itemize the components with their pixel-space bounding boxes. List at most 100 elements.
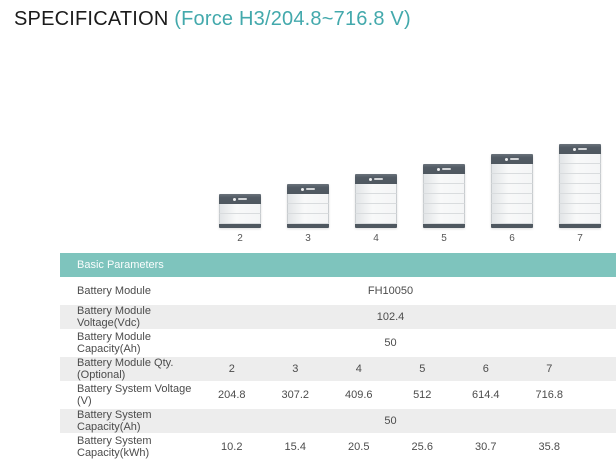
- brand-logo-icon: [301, 187, 304, 191]
- battery-stack: 3: [287, 184, 329, 244]
- battery-stack: 4: [355, 174, 397, 244]
- row-span-value: 50: [384, 415, 397, 427]
- battery-module-segment: [423, 194, 465, 204]
- row-label: Battery Module: [77, 285, 151, 297]
- battery-base: [219, 224, 261, 228]
- battery-base: [423, 224, 465, 228]
- battery-module-segment: [219, 204, 261, 214]
- cell-value: 409.6: [344, 389, 373, 401]
- battery-module-segment: [423, 214, 465, 224]
- battery-base: [491, 224, 533, 228]
- battery-module-segment: [559, 154, 601, 164]
- cell-value: 15.4: [284, 441, 306, 453]
- row-span-value: FH10050: [367, 285, 414, 297]
- table-row: Battery System Voltage (V) 204.8 307.2 409.…: [60, 383, 616, 407]
- row-label: Battery Module Qty. (Optional): [77, 357, 174, 381]
- battery-module-segment: [491, 204, 533, 214]
- battery-stack: 5: [423, 164, 465, 244]
- battery-cap: [559, 144, 601, 154]
- brand-logo-icon: [369, 177, 372, 181]
- battery-module-segment: [287, 194, 329, 204]
- spec-table-rows: Battery Module FH10050 Battery Module Volt…: [60, 279, 616, 459]
- table-row: Battery Module Capacity(Ah) 50: [60, 331, 616, 355]
- page-title: SPECIFICATION (Force H3/204.8~716.8 V): [14, 8, 411, 31]
- battery-module-segment: [287, 204, 329, 214]
- battery-module-segment: [559, 184, 601, 194]
- battery-module-segment: [559, 164, 601, 174]
- battery-module-segment: [423, 204, 465, 214]
- battery-module-segment: [355, 184, 397, 194]
- cell-value: 25.6: [411, 441, 433, 453]
- page-title-main: SPECIFICATION: [14, 8, 169, 30]
- spec-page: SPECIFICATION (Force H3/204.8~716.8 V) 2…: [0, 0, 616, 464]
- battery-module-segment: [491, 194, 533, 204]
- battery-module-segment: [559, 194, 601, 204]
- cell-value: 30.7: [475, 441, 497, 453]
- brand-logo-icon: [510, 158, 519, 160]
- stack-count-label: 5: [441, 233, 447, 244]
- cell-value: 204.8: [217, 389, 246, 401]
- cell-value: 307.2: [281, 389, 310, 401]
- battery-module-segment: [355, 194, 397, 204]
- battery-cap: [491, 154, 533, 164]
- cell-value: 614.4: [471, 389, 500, 401]
- cell-value: 716.8: [535, 389, 564, 401]
- battery-stack: 2: [219, 194, 261, 244]
- battery-stack: 6: [491, 154, 533, 244]
- brand-logo-icon: [437, 167, 440, 171]
- stack-count-label: 6: [509, 233, 515, 244]
- table-row: Battery Module Qty. (Optional) 2 3 4 5 6 7: [60, 357, 616, 381]
- battery-module-segment: [219, 214, 261, 224]
- cell-value: 3: [292, 363, 299, 375]
- brand-logo-icon: [505, 157, 508, 161]
- battery-base: [559, 224, 601, 228]
- cell-value: 4: [355, 363, 362, 375]
- brand-logo-icon: [306, 188, 315, 190]
- row-values: 2 3 4 5 6 7: [200, 363, 581, 375]
- battery-module-segment: [559, 174, 601, 184]
- row-label: Battery Module Capacity(Ah): [77, 331, 151, 355]
- battery-module-segment: [491, 214, 533, 224]
- row-span-value: 102.4: [376, 311, 405, 323]
- battery-cap: [423, 164, 465, 174]
- battery-module-segment: [559, 214, 601, 224]
- battery-module-segment: [559, 204, 601, 214]
- cell-value: 7: [546, 363, 553, 375]
- brand-logo-icon: [233, 197, 236, 201]
- table-row: Battery System Capacity(kWh) 10.2 15.4 20.5…: [60, 435, 616, 459]
- brand-logo-icon: [238, 198, 247, 200]
- cell-value: 512: [413, 389, 432, 401]
- table-row: Battery Module FH10050: [60, 279, 616, 303]
- brand-logo-icon: [374, 178, 383, 180]
- battery-tower: [491, 154, 533, 228]
- battery-cap: [355, 174, 397, 184]
- battery-module-segment: [491, 174, 533, 184]
- row-span-value: 50: [384, 337, 397, 349]
- spec-table: Basic Parameters Battery Module FH10050 Ba…: [60, 253, 616, 461]
- battery-module-segment: [491, 164, 533, 174]
- page-title-model: (Force H3/204.8~716.8 V): [174, 8, 411, 30]
- battery-tower: [219, 194, 261, 228]
- stack-count-label: 2: [237, 233, 243, 244]
- row-values: 204.8 307.2 409.6 512 614.4 716.8: [200, 389, 581, 401]
- stack-count-label: 3: [305, 233, 311, 244]
- row-label: Battery System Voltage (V): [77, 383, 192, 407]
- battery-module-segment: [355, 204, 397, 214]
- battery-illustration: 2 3 4 5 6 7: [0, 120, 616, 248]
- battery-module-segment: [423, 174, 465, 184]
- battery-base: [287, 224, 329, 228]
- table-row: Battery Module Voltage(Vdc) 102.4: [60, 305, 616, 329]
- stack-count-label: 4: [373, 233, 379, 244]
- battery-module-segment: [491, 184, 533, 194]
- battery-tower: [355, 174, 397, 228]
- cell-value: 2: [228, 363, 235, 375]
- battery-tower: [287, 184, 329, 228]
- battery-base: [355, 224, 397, 228]
- row-label: Battery Module Voltage(Vdc): [77, 305, 151, 329]
- table-row: Battery System Capacity(Ah) 50: [60, 409, 616, 433]
- battery-module-segment: [355, 214, 397, 224]
- row-label: Battery System Capacity(Ah): [77, 409, 152, 433]
- brand-logo-icon: [442, 168, 451, 170]
- stack-count-label: 7: [577, 233, 583, 244]
- cell-value: 10.2: [221, 441, 243, 453]
